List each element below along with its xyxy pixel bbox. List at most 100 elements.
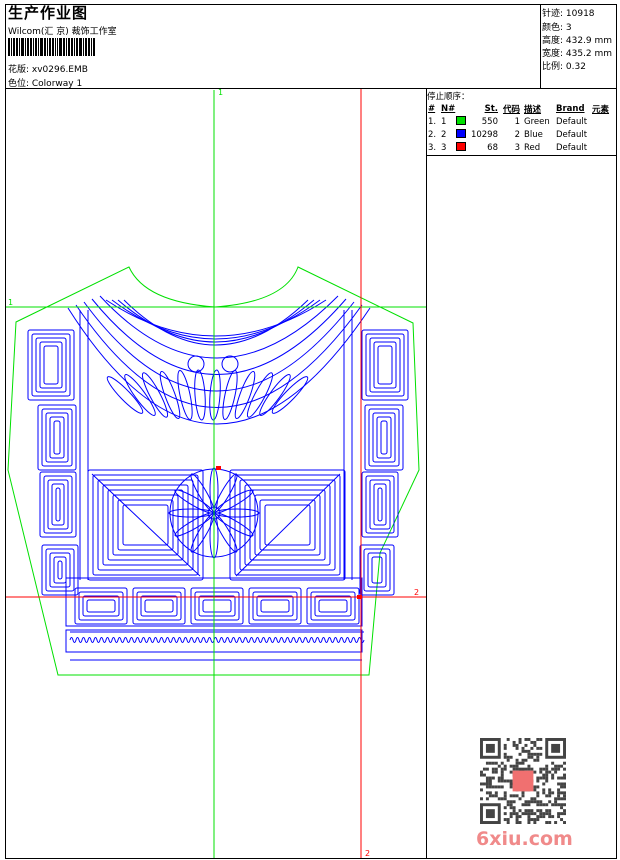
qr-module [524, 812, 528, 816]
qr-module [554, 764, 558, 768]
qr-module [527, 809, 531, 813]
qr-module [512, 806, 516, 810]
qr-module [539, 800, 543, 804]
qr-module [500, 776, 504, 780]
fan-petal [177, 370, 193, 420]
qr-module [530, 746, 534, 750]
qr-module [485, 767, 489, 771]
qr-module [485, 761, 489, 765]
qr-module [536, 758, 540, 762]
qr-module [500, 785, 504, 789]
qr-module [557, 764, 561, 768]
qr-module [548, 794, 552, 798]
qr-module [545, 821, 549, 824]
stitch-spiral [369, 479, 391, 530]
qr-module [488, 785, 492, 789]
qr-module [506, 821, 510, 824]
qr-module [503, 818, 507, 822]
stitch-spiral [376, 416, 392, 459]
stitch-spiral [31, 333, 71, 397]
watermark: 6xiu.com [476, 828, 573, 850]
qr-module [491, 767, 495, 771]
qr-module [485, 797, 489, 801]
stitch-spiral [45, 412, 69, 463]
qr-module [503, 779, 507, 783]
stitch-spiral [314, 595, 352, 617]
qr-module [521, 758, 525, 762]
qr-module [542, 803, 546, 807]
qr-module [536, 815, 540, 819]
qr-module [485, 779, 489, 783]
qr-module [518, 797, 522, 801]
qr-module [551, 767, 555, 771]
qr-module [512, 800, 516, 804]
qr-module [515, 794, 519, 798]
qr-module [545, 809, 549, 813]
qr-module [521, 794, 525, 798]
qr-module [530, 812, 534, 816]
qr-module [533, 788, 537, 792]
qr-module [518, 738, 522, 741]
qr-module [536, 794, 540, 798]
qr-module [563, 821, 566, 824]
qr-module [560, 782, 564, 786]
stitch-spiral [260, 599, 290, 613]
qr-module [503, 797, 507, 801]
qr-module [527, 815, 531, 819]
qr-module [515, 767, 519, 771]
qr-module [530, 740, 534, 744]
qr-module [506, 755, 510, 759]
qr-module [527, 752, 531, 756]
qr-module [512, 794, 516, 798]
qr-module [503, 791, 507, 795]
qr-module [509, 779, 513, 783]
qr-module [503, 755, 507, 759]
qr-module [482, 773, 486, 777]
qr-module [503, 746, 507, 750]
qr-module [560, 797, 564, 801]
qr-module [512, 809, 516, 813]
qr-module [521, 761, 525, 765]
qr-module [494, 785, 498, 789]
stitch-spiral [318, 599, 348, 613]
qr-module [527, 764, 531, 768]
qr-module [488, 782, 492, 786]
stamp-logo [512, 770, 534, 792]
qr-module [512, 743, 516, 747]
qr-module [494, 770, 498, 774]
qr-module [488, 791, 492, 795]
qr-module [521, 767, 525, 771]
qr-module [536, 809, 540, 813]
stitch-spiral [47, 479, 69, 530]
qr-module [548, 791, 552, 795]
qr-module [527, 818, 531, 822]
stitch-spiral [53, 420, 61, 455]
qr-module [497, 785, 501, 789]
qr-finder [551, 743, 561, 753]
qr-module [521, 812, 525, 816]
stitch-diagonal [91, 473, 341, 577]
qr-module [509, 800, 513, 804]
qr-module [527, 755, 531, 759]
fan-petal [124, 374, 156, 416]
qr-module [518, 809, 522, 813]
qr-module [524, 800, 528, 804]
flower-petal [214, 508, 260, 518]
stitch-spiral [49, 552, 71, 588]
qr-module [494, 791, 498, 795]
qr-module [533, 770, 537, 774]
flower-petal [213, 473, 238, 513]
qr-module [488, 761, 492, 765]
qr-module [488, 779, 492, 783]
qr-module [563, 776, 566, 780]
qr-module [539, 815, 543, 819]
qr-module [485, 782, 489, 786]
qr-module [500, 770, 504, 774]
qr-module [497, 779, 501, 783]
qr-module [491, 794, 495, 798]
qr-module [530, 809, 534, 813]
flower-petal [168, 508, 214, 518]
stitch-spiral [140, 595, 178, 617]
qr-module [542, 776, 546, 780]
qr-module [524, 803, 528, 807]
